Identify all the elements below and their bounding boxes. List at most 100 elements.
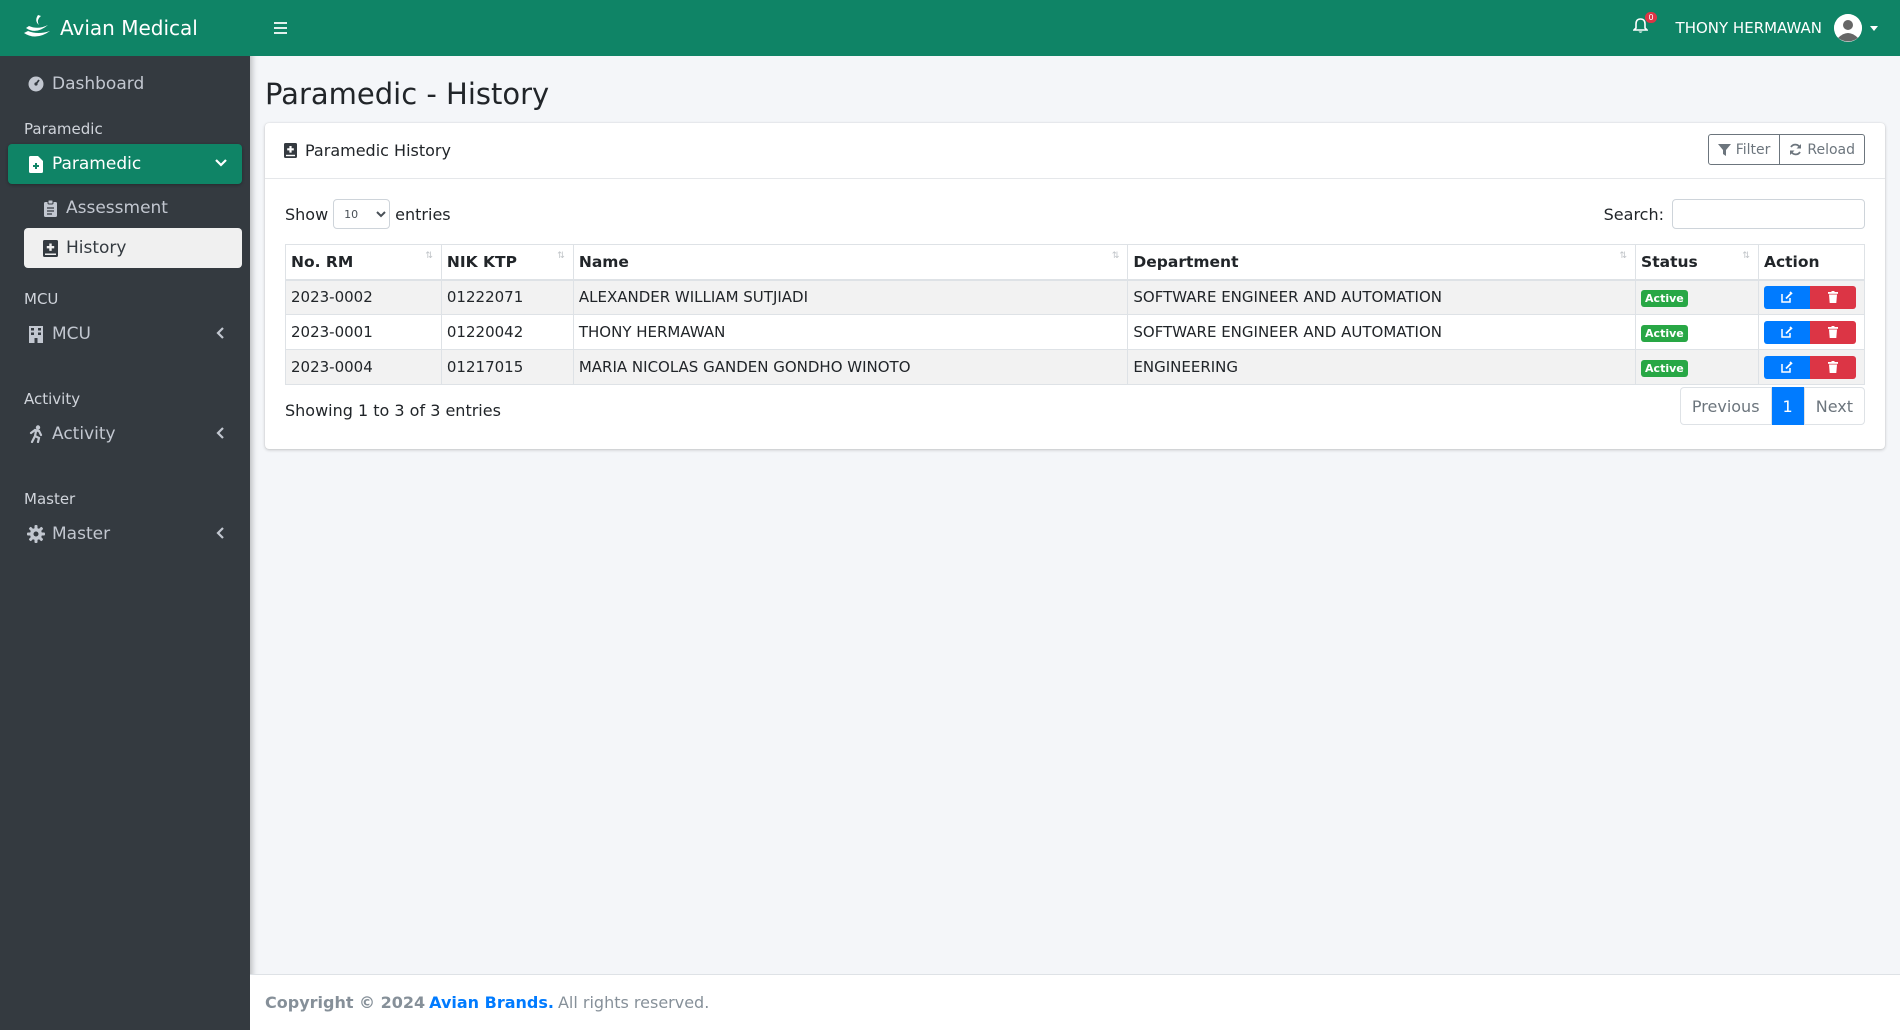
history-table: No. RM ⇅ NIK KTP ⇅ Name ⇅ Department ⇅ Statu… xyxy=(285,244,1866,385)
caret-down-icon[interactable] xyxy=(1870,25,1878,31)
edit-icon xyxy=(1781,291,1793,303)
edit-button[interactable] xyxy=(1763,320,1810,344)
reload-button[interactable]: Reload xyxy=(1780,134,1865,165)
column-header-action: Action xyxy=(1757,244,1866,281)
book-medical-icon xyxy=(284,143,297,158)
cell-status: Active xyxy=(1635,314,1759,350)
sidebar-item-activity[interactable]: Activity xyxy=(8,414,242,454)
table-row: 2023-0001 01220042 THONY HERMAWAN SOFTWA… xyxy=(285,314,1866,350)
search-label: Search: xyxy=(1603,204,1664,224)
sidebar-item-label: Dashboard xyxy=(52,74,145,94)
column-header-no-rm[interactable]: No. RM ⇅ xyxy=(285,244,442,281)
refresh-icon xyxy=(1789,143,1802,156)
filter-label: Filter xyxy=(1735,141,1771,158)
sidebar-item-dashboard[interactable]: Dashboard xyxy=(8,64,242,104)
table-header-row: No. RM ⇅ NIK KTP ⇅ Name ⇅ Department ⇅ Statu… xyxy=(285,244,1866,281)
delete-button[interactable] xyxy=(1809,285,1856,309)
status-badge: Active xyxy=(1641,360,1688,377)
cell-nik: 01217015 xyxy=(440,349,574,385)
sidebar-item-label: Activity xyxy=(52,424,116,444)
sort-icon: ⇅ xyxy=(1742,251,1750,261)
running-icon xyxy=(26,425,46,443)
page-length-select[interactable]: 10 xyxy=(333,199,391,229)
sidebar-item-label: Assessment xyxy=(66,198,168,218)
page-length-control: Show 10 entries xyxy=(285,199,451,229)
delete-button[interactable] xyxy=(1809,355,1856,379)
cell-department: ENGINEERING xyxy=(1127,349,1637,385)
filter-button[interactable]: Filter xyxy=(1707,134,1781,165)
pagination-previous[interactable]: Previous xyxy=(1679,387,1772,425)
footer-brand-link[interactable]: Avian Brands. xyxy=(429,993,554,1012)
table-row: 2023-0002 01222071 ALEXANDER WILLIAM SUT… xyxy=(285,279,1866,315)
nav-header-mcu: MCU xyxy=(24,290,59,308)
trash-icon xyxy=(1827,361,1838,373)
history-card: Paramedic History Filter Reload Show 10 … xyxy=(265,123,1885,449)
cell-no-rm: 2023-0004 xyxy=(285,349,442,385)
sidebar-item-history[interactable]: History xyxy=(24,228,242,268)
notification-badge: 0 xyxy=(1645,12,1657,23)
status-badge: Active xyxy=(1641,290,1688,308)
chevron-left-icon xyxy=(216,327,224,339)
card-header: Paramedic History Filter Reload xyxy=(265,123,1885,179)
sidebar-item-assessment[interactable]: Assessment xyxy=(24,188,242,228)
reload-label: Reload xyxy=(1807,141,1855,158)
cell-department: SOFTWARE ENGINEER AND AUTOMATION xyxy=(1127,314,1637,350)
gauge-icon xyxy=(26,76,46,92)
pagination-page-1[interactable]: 1 xyxy=(1771,387,1804,425)
hamburger-icon[interactable] xyxy=(272,21,290,35)
pagination: Previous 1 Next xyxy=(1679,387,1865,425)
column-header-name[interactable]: Name ⇅ xyxy=(572,244,1129,281)
sort-icon: ⇅ xyxy=(425,251,433,261)
cell-action xyxy=(1757,349,1866,385)
brand-name: Avian Medical xyxy=(60,16,198,40)
nav-header-master: Master xyxy=(24,490,76,508)
avian-logo-icon xyxy=(24,15,50,37)
trash-icon xyxy=(1827,291,1838,304)
delete-button[interactable] xyxy=(1809,320,1856,344)
cell-action xyxy=(1757,279,1866,315)
sidebar-item-paramedic[interactable]: Paramedic xyxy=(8,144,242,184)
chevron-left-icon xyxy=(216,527,224,539)
user-avatar-icon[interactable] xyxy=(1834,14,1862,42)
nav-header-activity: Activity xyxy=(24,390,81,408)
edit-button[interactable] xyxy=(1763,285,1810,309)
sidebar-item-master[interactable]: Master xyxy=(8,514,242,554)
file-medical-icon xyxy=(26,155,46,173)
column-header-status[interactable]: Status ⇅ xyxy=(1635,244,1759,281)
cell-department: SOFTWARE ENGINEER AND AUTOMATION xyxy=(1127,279,1637,315)
main-content: Paramedic - History Paramedic History Fi… xyxy=(250,56,1900,974)
column-header-department[interactable]: Department ⇅ xyxy=(1127,244,1637,281)
sidebar-item-mcu[interactable]: MCU xyxy=(8,314,242,354)
search-control: Search: xyxy=(1604,199,1865,229)
edit-button[interactable] xyxy=(1763,355,1810,379)
page-title: Paramedic - History xyxy=(265,77,550,111)
filter-icon xyxy=(1717,143,1731,156)
sidebar-item-label: MCU xyxy=(52,324,91,344)
notification-button[interactable]: 0 xyxy=(1631,12,1657,38)
pagination-next[interactable]: Next xyxy=(1803,387,1865,425)
sidebar-item-label: Master xyxy=(52,524,111,544)
sidebar: Avian Medical Dashboard Paramedic Parame… xyxy=(0,0,250,1030)
sort-icon: ⇅ xyxy=(557,251,565,261)
clipboard-icon xyxy=(40,199,60,217)
book-medical-icon xyxy=(40,239,60,257)
edit-icon xyxy=(1781,361,1793,373)
cell-no-rm: 2023-0001 xyxy=(285,314,442,350)
cell-nik: 01222071 xyxy=(440,279,574,315)
cell-no-rm: 2023-0002 xyxy=(285,279,442,315)
cell-status: Active xyxy=(1635,279,1759,315)
entries-label: entries xyxy=(395,204,451,224)
gear-icon xyxy=(26,525,46,543)
search-input[interactable] xyxy=(1672,199,1865,229)
table-info: Showing 1 to 3 of 3 entries xyxy=(285,401,501,420)
sort-icon: ⇅ xyxy=(1111,251,1120,261)
chevron-down-icon xyxy=(215,159,227,167)
cell-name: ALEXANDER WILLIAM SUTJIADI xyxy=(572,279,1129,315)
column-header-nik-ktp[interactable]: NIK KTP ⇅ xyxy=(440,244,574,281)
brand-link[interactable]: Avian Medical xyxy=(0,0,250,56)
cell-action xyxy=(1757,314,1866,350)
user-name[interactable]: THONY HERMAWAN xyxy=(1676,19,1822,37)
sort-icon: ⇅ xyxy=(1619,251,1628,261)
card-title: Paramedic History xyxy=(305,141,451,160)
chevron-left-icon xyxy=(216,427,224,439)
